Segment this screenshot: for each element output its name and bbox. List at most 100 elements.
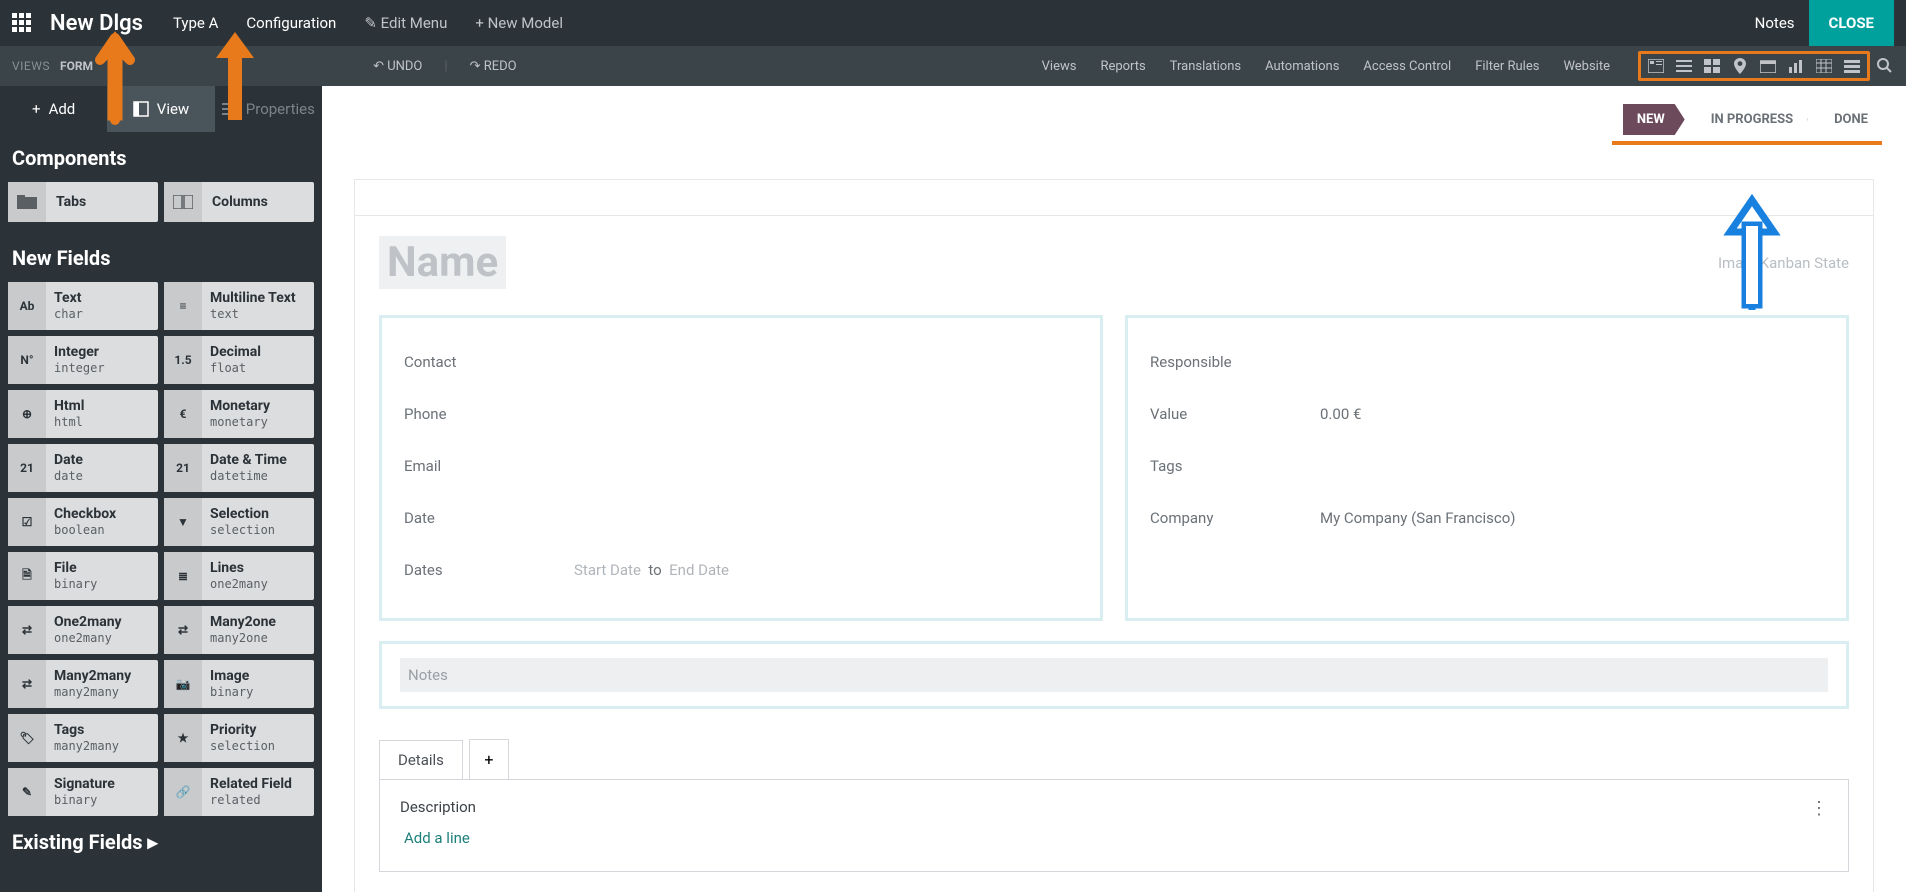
columns-icon — [164, 182, 202, 222]
field-icon: 🗎 — [8, 552, 46, 600]
field-icon: 🏷 — [8, 714, 46, 762]
nav-configuration[interactable]: Configuration — [246, 14, 336, 32]
existing-fields-heading[interactable]: Existing Fields ▸ — [0, 816, 322, 866]
sidebar: +Add View Properties Components Tabs Col… — [0, 86, 322, 892]
tab-add[interactable]: +Add — [0, 86, 107, 132]
company-value: My Company (San Francisco) — [1320, 509, 1515, 527]
right-column: Responsible Value 0.00 € Tags Company My… — [1125, 315, 1849, 621]
component-columns[interactable]: Columns — [164, 182, 314, 222]
image-kanban-state[interactable]: ImageKanban State — [1718, 254, 1849, 272]
field-icon: ≡ — [164, 282, 202, 330]
form-card: Name ImageKanban State Contact Phone Ema… — [354, 179, 1874, 892]
right-link-group: Views Reports Translations Automations A… — [1042, 59, 1610, 74]
map-view-icon[interactable] — [1731, 58, 1749, 74]
kanban-view-icon[interactable] — [1703, 58, 1721, 74]
calendar-view-icon[interactable] — [1759, 58, 1777, 74]
label-dates: Dates — [404, 561, 574, 579]
field-icon: Ab — [8, 282, 46, 330]
field-card-float-3[interactable]: 1.5Decimalfloat — [164, 336, 314, 384]
field-card-binary-18[interactable]: ✎Signaturebinary — [8, 768, 158, 816]
field-card-one2many-12[interactable]: ⇄One2manyone2many — [8, 606, 158, 654]
view-icon-group — [1638, 51, 1870, 81]
field-card-many2one-13[interactable]: ⇄Many2onemany2one — [164, 606, 314, 654]
field-icon: 21 — [164, 444, 202, 492]
top-bar: New Dlgs Type A Configuration ✎ Edit Men… — [0, 0, 1906, 46]
tab-properties[interactable]: Properties — [215, 86, 322, 132]
component-tabs[interactable]: Tabs — [8, 182, 158, 222]
add-line-link[interactable]: Add a line — [398, 829, 1830, 847]
link-website[interactable]: Website — [1563, 59, 1610, 74]
app-title: New Dlgs — [50, 11, 143, 36]
nav-type-a[interactable]: Type A — [173, 14, 218, 32]
field-card-html-4[interactable]: ⊕Htmlhtml — [8, 390, 158, 438]
pivot-view-icon[interactable] — [1815, 58, 1833, 74]
form-label: FORM — [60, 59, 93, 73]
field-icon: € — [164, 390, 202, 438]
redo-button[interactable]: ↷ REDO — [470, 59, 517, 74]
tab-view[interactable]: View — [107, 86, 214, 132]
field-card-date-6[interactable]: 21Datedate — [8, 444, 158, 492]
activity-view-icon[interactable] — [1843, 58, 1861, 74]
dates-range[interactable]: Start Date to End Date — [574, 561, 729, 579]
field-card-char-0[interactable]: AbTextchar — [8, 282, 158, 330]
edit-menu-link[interactable]: ✎ Edit Menu — [364, 14, 447, 32]
field-icon: ✎ — [8, 768, 46, 816]
name-field[interactable]: Name — [379, 236, 506, 289]
link-translations[interactable]: Translations — [1170, 59, 1241, 74]
field-card-monetary-5[interactable]: €Monetarymonetary — [164, 390, 314, 438]
notes-field[interactable]: Notes — [400, 658, 1828, 692]
link-reports[interactable]: Reports — [1100, 59, 1145, 74]
canvas-area: NEW IN PROGRESS DONE Name ImageKanban St… — [322, 86, 1906, 892]
field-icon: ⊕ — [8, 390, 46, 438]
components-heading: Components — [0, 132, 322, 182]
field-icon: 📷 — [164, 660, 202, 708]
left-column: Contact Phone Email Date Dates Start Dat… — [379, 315, 1103, 621]
stage-new[interactable]: NEW — [1623, 104, 1685, 135]
field-icon: ▼ — [164, 498, 202, 546]
field-card-selection-17[interactable]: ★Priorityselection — [164, 714, 314, 762]
kebab-menu-icon[interactable]: ⋮ — [1810, 798, 1828, 819]
stage-in-progress[interactable]: IN PROGRESS — [1691, 104, 1808, 135]
field-icon: ⇄ — [8, 660, 46, 708]
field-card-many2many-14[interactable]: ⇄Many2manymany2many — [8, 660, 158, 708]
field-icon: N° — [8, 336, 46, 384]
link-filter-rules[interactable]: Filter Rules — [1475, 59, 1539, 74]
graph-view-icon[interactable] — [1787, 58, 1805, 74]
apps-grid-icon[interactable] — [12, 13, 32, 33]
label-phone: Phone — [404, 405, 574, 423]
views-label: VIEWS — [12, 59, 50, 73]
field-card-related-19[interactable]: 🔗Related Fieldrelated — [164, 768, 314, 816]
close-button[interactable]: CLOSE — [1809, 0, 1894, 46]
tab-details[interactable]: Details — [379, 740, 463, 779]
field-icon: ⇄ — [8, 606, 46, 654]
add-tab-button[interactable]: + — [469, 739, 509, 779]
stage-done[interactable]: DONE — [1814, 104, 1882, 135]
field-card-many2many-16[interactable]: 🏷Tagsmany2many — [8, 714, 158, 762]
link-access-control[interactable]: Access Control — [1363, 59, 1451, 74]
field-icon: 21 — [8, 444, 46, 492]
field-card-boolean-8[interactable]: ☑Checkboxboolean — [8, 498, 158, 546]
notes-box: Notes — [379, 641, 1849, 709]
list-view-icon[interactable] — [1675, 58, 1693, 74]
undo-button[interactable]: ↶ UNDO — [373, 59, 422, 74]
sub-bar: VIEWS FORM ↶ UNDO | ↷ REDO Views Reports… — [0, 46, 1906, 86]
label-tags: Tags — [1150, 457, 1320, 475]
description-heading: Description — [400, 798, 476, 819]
form-view-icon[interactable] — [1647, 58, 1665, 74]
field-card-datetime-7[interactable]: 21Date & Timedatetime — [164, 444, 314, 492]
tabs-icon — [8, 182, 46, 222]
notes-link[interactable]: Notes — [1755, 14, 1795, 32]
search-icon[interactable] — [1876, 57, 1894, 75]
new-model-link[interactable]: + New Model — [475, 14, 563, 32]
field-icon: ☑ — [8, 498, 46, 546]
field-card-binary-15[interactable]: 📷Imagebinary — [164, 660, 314, 708]
field-icon: ⇄ — [164, 606, 202, 654]
link-automations[interactable]: Automations — [1265, 59, 1339, 74]
field-card-selection-9[interactable]: ▼Selectionselection — [164, 498, 314, 546]
field-card-integer-2[interactable]: N°Integerinteger — [8, 336, 158, 384]
field-icon: ≣ — [164, 552, 202, 600]
field-card-text-1[interactable]: ≡Multiline Texttext — [164, 282, 314, 330]
field-card-one2many-11[interactable]: ≣Linesone2many — [164, 552, 314, 600]
link-views[interactable]: Views — [1042, 59, 1077, 74]
field-card-binary-10[interactable]: 🗎Filebinary — [8, 552, 158, 600]
